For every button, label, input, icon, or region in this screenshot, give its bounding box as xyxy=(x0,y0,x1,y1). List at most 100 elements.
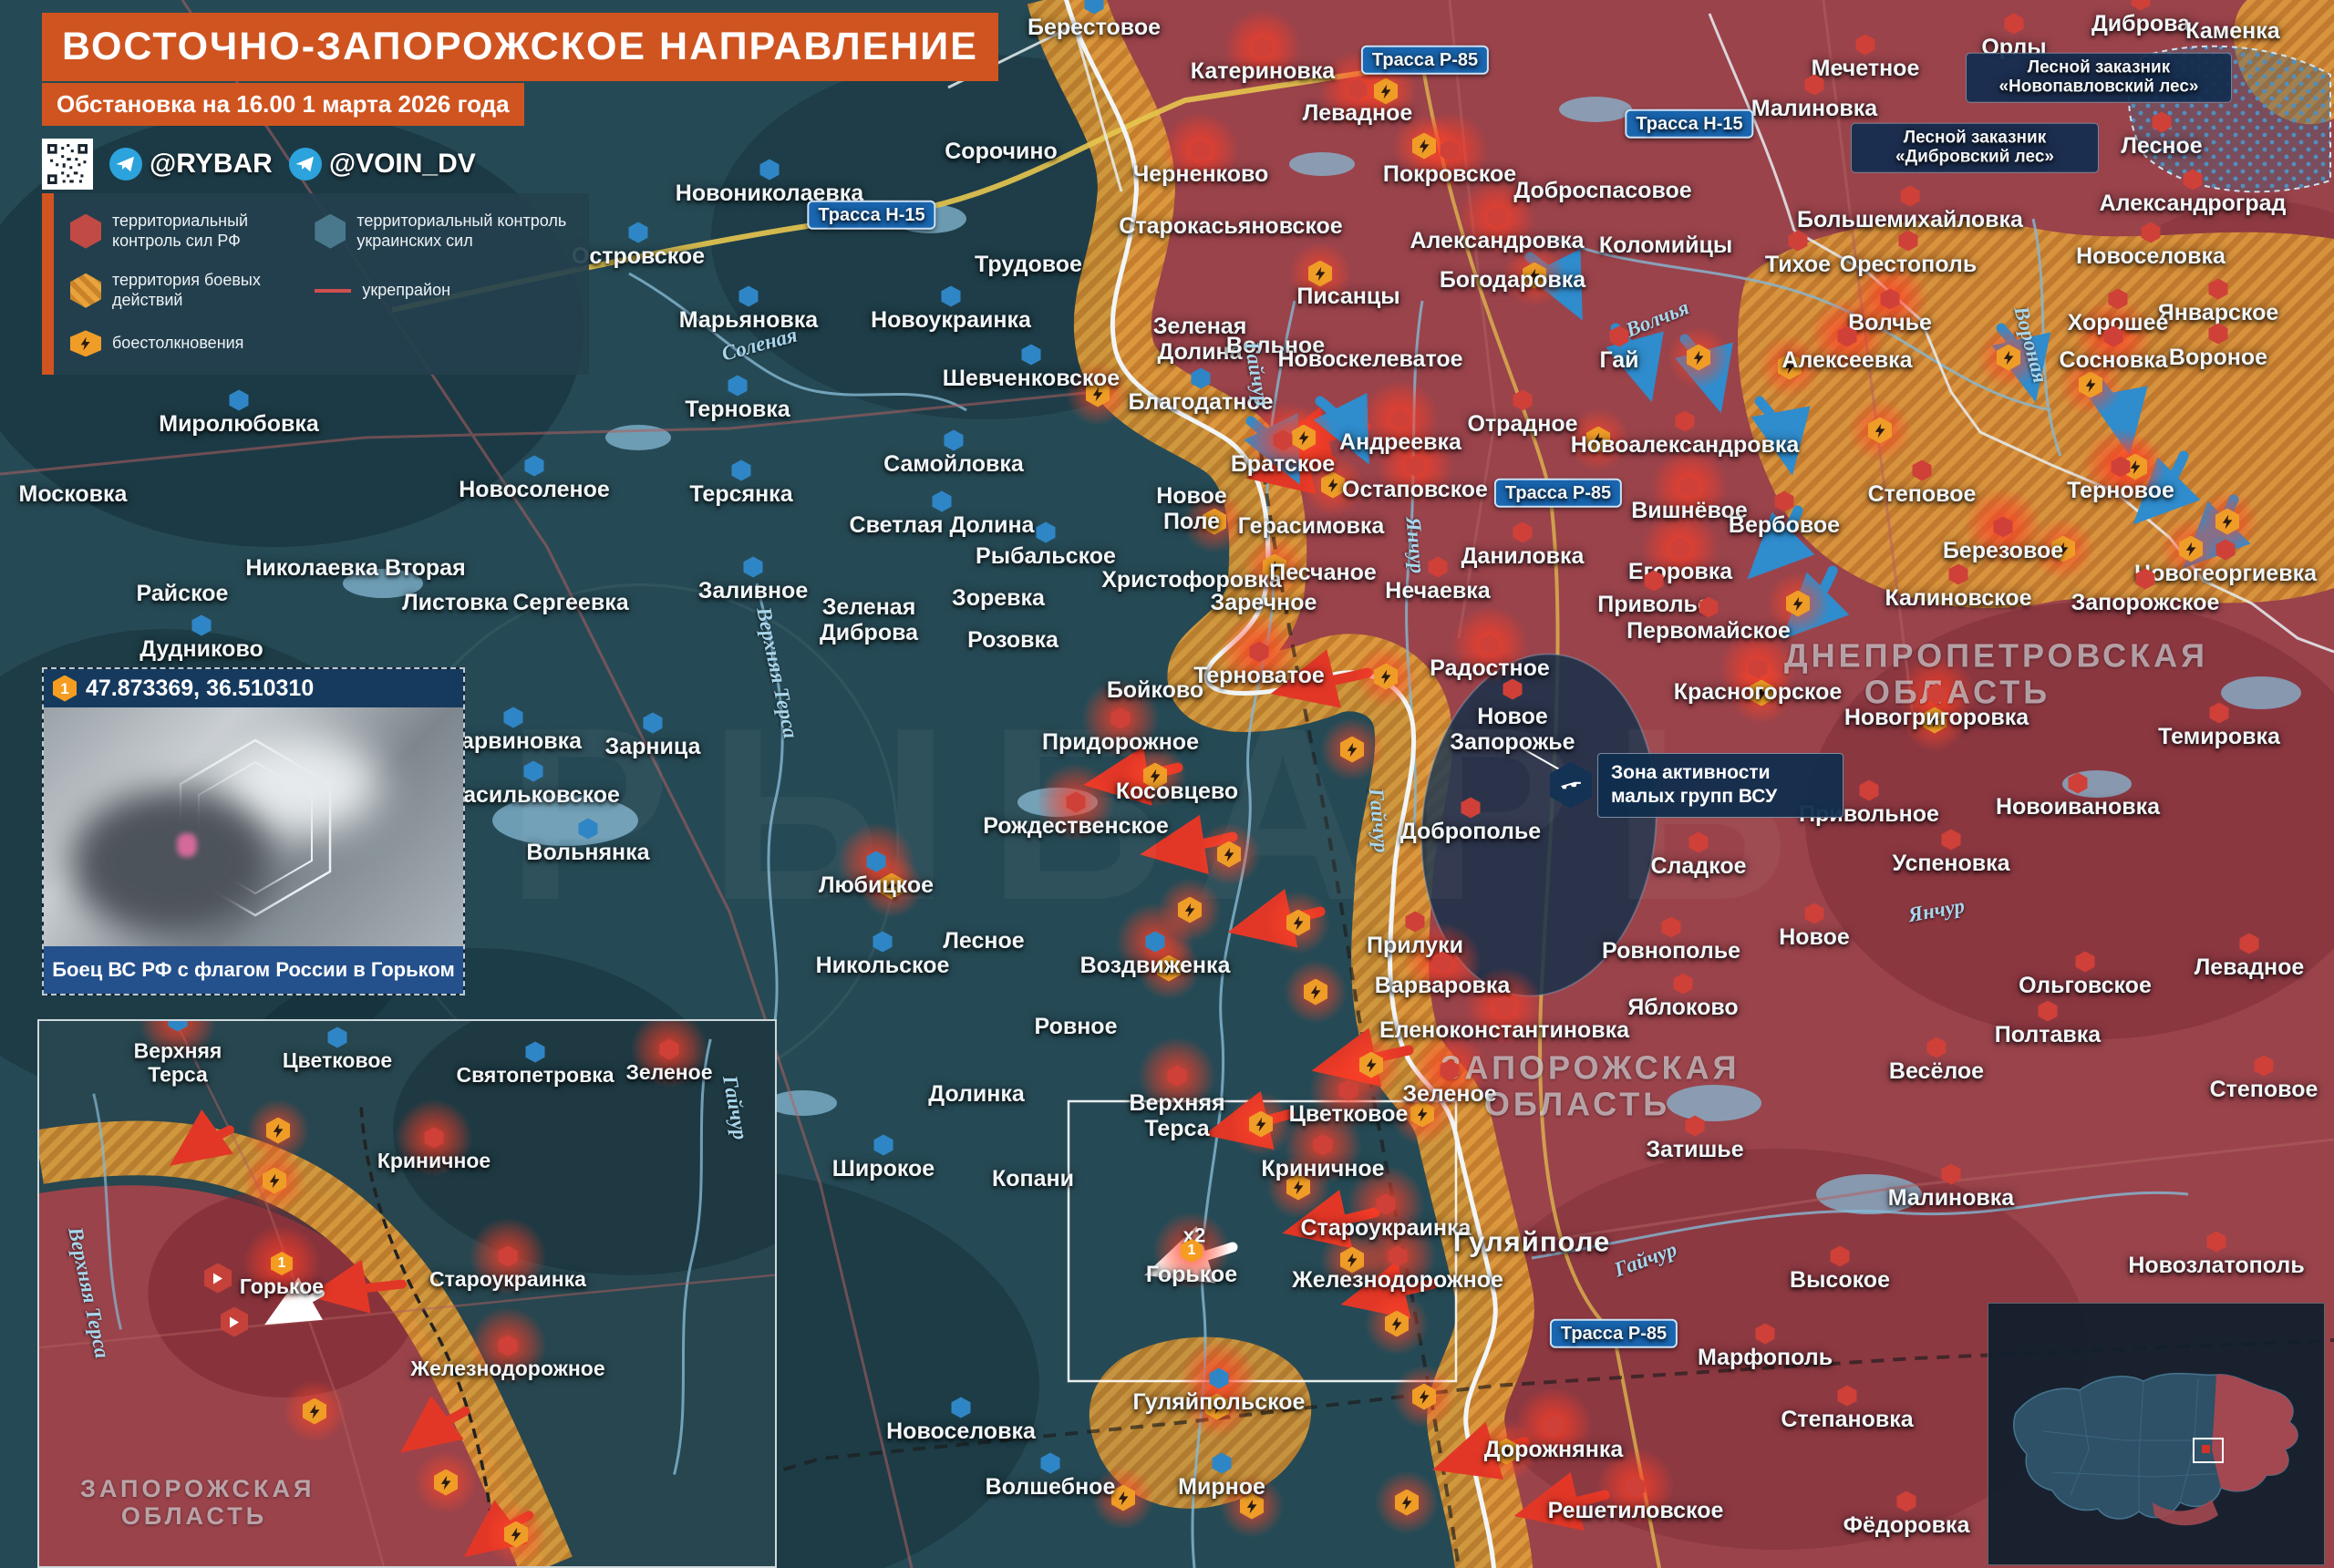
town-label: Фёдоровка xyxy=(1843,1512,1970,1538)
town-label: Успеновка xyxy=(1892,851,2009,876)
town-label: Косовцево xyxy=(1116,779,1238,804)
river-label: Гайчур xyxy=(1364,787,1393,853)
town-label: Алексеевка xyxy=(1781,347,1912,373)
town-label: Волшебное xyxy=(986,1474,1116,1500)
town-label: Никольское xyxy=(816,953,950,978)
town-label: Даниловка xyxy=(1461,543,1585,569)
river-label: Верхняя Терса xyxy=(63,1225,114,1361)
numbered-marker: 1 xyxy=(53,676,77,702)
town-label: Полтавка xyxy=(1995,1022,2101,1047)
callout-text: Зона активности малых групп ВСУ xyxy=(1597,753,1843,818)
town-label: Покровское xyxy=(1383,161,1516,187)
town-label: Левадное xyxy=(2195,954,2305,980)
town-marker-rf xyxy=(1856,35,1875,56)
town-label: Сергеевка xyxy=(512,590,628,615)
clash-marker xyxy=(1197,822,1261,886)
town-label: Новоивановка xyxy=(1996,794,2160,820)
telegram-channel-rybar[interactable]: @RYBAR xyxy=(109,148,273,181)
town-label: Новогеоргиевка xyxy=(2134,561,2317,586)
town-label: Темировка xyxy=(2158,724,2280,749)
town-label: Волчье xyxy=(1848,310,1932,335)
town-marker-rf xyxy=(2209,324,2228,345)
town-label: Степовое xyxy=(1868,481,1977,507)
legend-item-combat-zone: территория боевых действий xyxy=(70,271,300,310)
town-label: Герасимовка xyxy=(1238,513,1384,539)
town-label: Воздвиженка xyxy=(1080,953,1231,978)
legend-item-fortified-area: укрепрайон xyxy=(315,271,573,310)
page-title: ВОСТОЧНО-ЗАПОРОЖСКОЕ НАПРАВЛЕНИЕ xyxy=(42,13,998,81)
town-marker-rf xyxy=(2069,773,2088,794)
town-label: Зеленое xyxy=(625,1061,712,1085)
clash-marker xyxy=(1392,1365,1456,1429)
town-label: Братское xyxy=(1231,451,1335,477)
town-label: Степановка xyxy=(1781,1407,1913,1432)
road-badge: Трасса Р-85 xyxy=(1361,46,1489,75)
town-label: Затишье xyxy=(1646,1137,1743,1162)
town-label: Катериновка xyxy=(1191,58,1335,84)
town-marker-ua xyxy=(230,390,249,411)
unit-icon xyxy=(221,1307,248,1337)
town-label: Николаевка Вторая xyxy=(245,555,465,581)
river-label: Янчур xyxy=(1400,516,1429,574)
clash-marker xyxy=(1284,960,1348,1024)
clash-marker xyxy=(283,1379,346,1443)
town-label: Березовое xyxy=(1943,538,2063,563)
town-marker-ua xyxy=(873,932,893,953)
town-label: Марьяновка xyxy=(679,307,818,333)
town-marker-rf xyxy=(1899,231,1918,252)
town-label: Гай xyxy=(1599,347,1638,373)
town-marker-rf xyxy=(2153,112,2172,133)
town-marker-ua xyxy=(1213,1453,1232,1474)
town-marker-ua xyxy=(952,1398,971,1418)
town-marker-ua xyxy=(732,460,751,481)
town-label: Марфополь xyxy=(1698,1345,1833,1370)
town-label: Еленоконстантиновка xyxy=(1379,1017,1629,1043)
town-label: Терновка xyxy=(685,397,790,422)
legend-label: боестолкновения xyxy=(112,334,243,354)
town-label: Рождественское xyxy=(983,813,1169,839)
town-marker-ua xyxy=(739,286,759,307)
clash-marker xyxy=(1229,1092,1293,1156)
town-label: Новозлатополь xyxy=(2128,1253,2304,1278)
page-subtitle: Обстановка на 16.00 1 марта 2026 года xyxy=(42,83,524,126)
town-label: Новоскелеватое xyxy=(1277,346,1462,372)
town-marker-rf xyxy=(1513,522,1533,543)
town-label: Рыбальское xyxy=(976,543,1116,569)
town-label: Старокасьяновское xyxy=(1119,213,1342,239)
town-marker-ua xyxy=(728,376,748,397)
town-label: Черненково xyxy=(1133,161,1269,187)
town-label: Малиновка xyxy=(1888,1185,2014,1211)
town-label: Бойково xyxy=(1107,677,1203,703)
town-marker-ua xyxy=(1041,1453,1060,1474)
region-label: ДНЕПРОПЕТРОВСКАЯ ОБЛАСТЬ xyxy=(1784,638,2131,712)
town-label: Трудовое xyxy=(975,252,1082,277)
town-label: Лесное xyxy=(2121,133,2202,159)
town-label: Мирное xyxy=(1178,1474,1265,1500)
town-marker-ua xyxy=(933,491,952,512)
town-label: Прилуки xyxy=(1367,933,1463,958)
town-label: Высокое xyxy=(1790,1267,1890,1293)
town-label: Дорожнянка xyxy=(1484,1437,1624,1462)
town-label: Берестовое xyxy=(1028,15,1161,40)
header: ВОСТОЧНО-ЗАПОРОЖСКОЕ НАПРАВЛЕНИЕ Обстано… xyxy=(42,13,998,190)
rifle-icon xyxy=(1550,762,1592,809)
town-marker-rf xyxy=(2142,222,2161,243)
town-label: Железнодорожное xyxy=(1292,1267,1503,1293)
town-label: Левадное xyxy=(1303,100,1413,126)
town-marker-rf xyxy=(1831,1246,1850,1267)
town-label: Христофоровка xyxy=(1101,567,1282,593)
town-marker-ua xyxy=(945,430,964,451)
town-marker-rf xyxy=(1838,1386,1857,1407)
clash-marker xyxy=(246,1099,310,1162)
town-label: Светлая Долина xyxy=(850,512,1035,538)
town-label: Шевченковское xyxy=(943,366,1120,391)
telegram-channel-voin-dv[interactable]: @VOIN_DV xyxy=(289,148,476,181)
town-marker-ua xyxy=(629,222,648,243)
town-label: Доброспасовое xyxy=(1513,178,1691,203)
town-marker-ua xyxy=(328,1027,347,1048)
town-marker-rf xyxy=(1429,557,1448,578)
town-marker-rf xyxy=(2240,934,2259,954)
town-label: Писанцы xyxy=(1296,284,1399,309)
telegram-icon xyxy=(289,148,322,181)
town-marker-ua xyxy=(1085,0,1104,15)
